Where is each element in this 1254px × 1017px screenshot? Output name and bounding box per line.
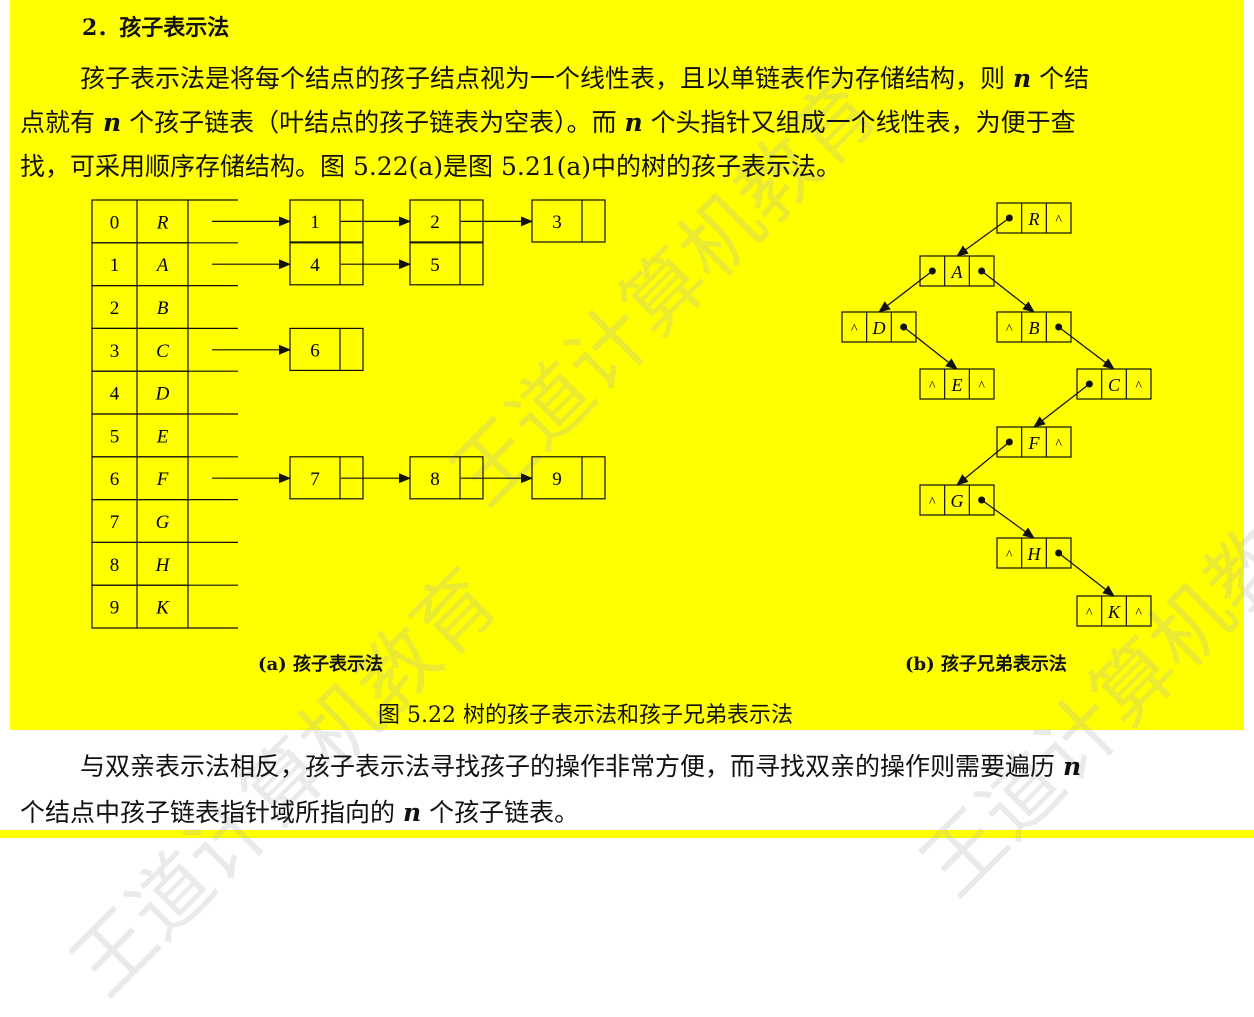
null-pointer-icon: ^	[1055, 213, 1062, 228]
table-index-0: 0	[110, 212, 120, 233]
null-pointer-icon: ^	[929, 495, 936, 510]
table-name-D: D	[155, 384, 170, 405]
figure-a-child-representation: 0 R 1 A 2 B 3 C 4 D 5 E 6 F 7 G 8 H 9 K 1 2 3 4 5 6 7 8 9	[91, 199, 606, 629]
tree-pointer-arrow	[981, 270, 1035, 313]
table-name-G: G	[156, 512, 170, 533]
text-segment: 个孩子链表。	[421, 798, 580, 827]
tree-pointer-arrow	[878, 270, 933, 313]
tree-node-label-R: R	[1028, 209, 1040, 229]
tree-node-label-A: A	[951, 262, 964, 282]
table-index-1: 1	[110, 255, 120, 276]
null-pointer-icon: ^	[1135, 606, 1142, 621]
child-label-7: 7	[310, 469, 320, 490]
table-name-E: E	[156, 426, 169, 447]
table-name-C: C	[156, 341, 169, 362]
child-label-2: 2	[430, 212, 440, 233]
paragraph-2-line-2: 个结点中孩子链表指针域所指向的 n 个孩子链表。	[20, 790, 1234, 836]
variable-n: n	[402, 798, 422, 827]
null-pointer-icon: ^	[851, 322, 858, 337]
table-index-2: 2	[110, 298, 120, 319]
child-node-9	[531, 456, 606, 500]
figure-b-child-sibling-representation: R ^ A D ^ B ^ E ^ ^ C ^ F ^ G ^ H ^ K ^ ^	[841, 202, 1152, 627]
tree-pointer-arrow	[956, 217, 1010, 257]
table-name-A: A	[155, 255, 169, 276]
tree-node-label-K: K	[1107, 602, 1121, 622]
variable-n: n	[1062, 752, 1082, 781]
table-row-0	[91, 199, 189, 244]
table-name-H: H	[155, 555, 171, 576]
table-row-9	[91, 584, 189, 629]
child-node-6	[289, 327, 364, 371]
table-index-5: 5	[110, 426, 120, 447]
null-pointer-icon: ^	[929, 379, 936, 394]
tree-node-label-C: C	[1108, 375, 1121, 395]
table-index-3: 3	[110, 341, 120, 362]
table-row-5	[91, 413, 189, 458]
tree-pointer-arrow	[1058, 326, 1115, 370]
table-index-8: 8	[110, 555, 120, 576]
table-row-1	[91, 242, 189, 287]
table-row-6	[91, 456, 189, 501]
tree-node-label-F: F	[1028, 433, 1041, 453]
figure-b-caption: (b) 孩子兄弟表示法	[905, 654, 1067, 675]
table-row-2	[91, 285, 189, 330]
table-index-6: 6	[110, 469, 120, 490]
paragraph-2-line-1: 与双亲表示法相反，孩子表示法寻找孩子的操作非常方便，而寻找双亲的操作则需要遍历 …	[20, 744, 1234, 790]
table-index-9: 9	[110, 598, 120, 619]
child-label-8: 8	[430, 469, 440, 490]
tree-pointer-arrow	[903, 326, 958, 370]
child-label-3: 3	[552, 212, 562, 233]
figure-caption: 图 5.22 树的孩子表示法和孩子兄弟表示法	[378, 703, 793, 728]
null-pointer-icon: ^	[1135, 379, 1142, 394]
paragraph-2: 与双亲表示法相反，孩子表示法寻找孩子的操作非常方便，而寻找双亲的操作则需要遍历 …	[20, 744, 1234, 836]
child-label-5: 5	[430, 255, 440, 276]
table-name-R: R	[156, 212, 169, 233]
null-pointer-icon: ^	[1006, 548, 1013, 563]
table-name-B: B	[157, 298, 169, 319]
tree-node-label-E: E	[951, 375, 963, 395]
null-pointer-icon: ^	[1055, 437, 1062, 452]
tree-pointer-arrow	[1058, 552, 1115, 597]
figure-a-caption: (a) 孩子表示法	[258, 654, 383, 675]
table-row-8	[91, 541, 189, 586]
null-pointer-icon: ^	[978, 379, 985, 394]
tree-pointer-arrow	[956, 441, 1010, 486]
table-row-3	[91, 327, 189, 372]
table-row-4	[91, 370, 189, 415]
table-name-K: K	[155, 598, 170, 619]
text-segment: 与双亲表示法相反，孩子表示法寻找孩子的操作非常方便，而寻找双亲的操作则需要遍历	[80, 752, 1063, 781]
text-segment: 个结点中孩子链表指针域所指向的	[20, 798, 403, 827]
tree-pointer-arrow	[1033, 383, 1090, 428]
child-label-1: 1	[310, 212, 320, 233]
null-pointer-icon: ^	[1086, 606, 1093, 621]
child-node-5	[409, 242, 484, 286]
null-pointer-icon: ^	[1006, 322, 1013, 337]
child-label-6: 6	[310, 340, 320, 361]
table-index-4: 4	[110, 384, 120, 405]
child-label-9: 9	[552, 469, 562, 490]
table-index-7: 7	[110, 512, 120, 533]
tree-node-label-B: B	[1029, 318, 1040, 338]
tree-node-label-D: D	[872, 318, 886, 338]
tree-node-label-G: G	[951, 491, 964, 511]
figure-5-22: 0 R 1 A 2 B 3 C 4 D 5 E 6 F 7 G 8 H 9 K 1 2 3 4 5 6 7 8 9 R ^ A D ^ B ^ E ^ ^…	[91, 199, 1152, 629]
child-node-3	[531, 199, 606, 243]
table-name-F: F	[156, 469, 169, 490]
table-row-7	[91, 499, 189, 544]
tree-node-label-H: H	[1027, 544, 1042, 564]
child-label-4: 4	[310, 255, 320, 276]
tree-pointer-arrow	[981, 499, 1035, 539]
